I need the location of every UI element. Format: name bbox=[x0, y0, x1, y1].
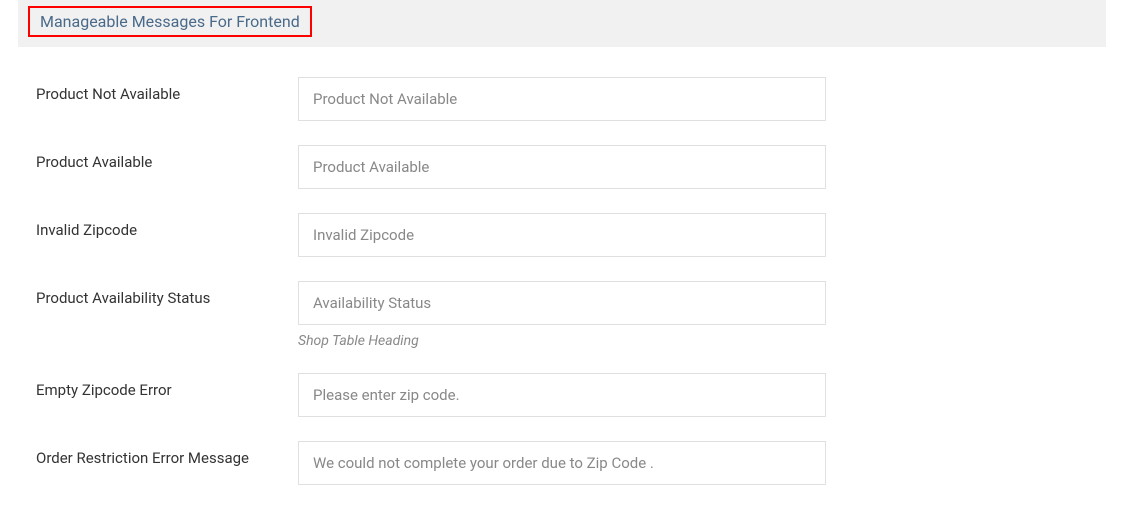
input-product-available[interactable] bbox=[298, 145, 826, 189]
form-row-product-available: Product Available bbox=[36, 145, 1106, 189]
form-container: Product Not Available Product Available … bbox=[0, 47, 1124, 519]
label-order-restriction-error: Order Restriction Error Message bbox=[36, 441, 298, 467]
label-product-not-available: Product Not Available bbox=[36, 77, 298, 103]
form-row-order-restriction-error: Order Restriction Error Message bbox=[36, 441, 1106, 485]
input-order-restriction-error[interactable] bbox=[298, 441, 826, 485]
input-product-availability-status[interactable] bbox=[298, 281, 826, 325]
input-empty-zipcode-error[interactable] bbox=[298, 373, 826, 417]
field-wrapper bbox=[298, 373, 826, 417]
field-wrapper bbox=[298, 213, 826, 257]
form-row-invalid-zipcode: Invalid Zipcode bbox=[36, 213, 1106, 257]
label-product-available: Product Available bbox=[36, 145, 298, 171]
field-wrapper bbox=[298, 441, 826, 485]
section-header: Manageable Messages For Frontend bbox=[18, 0, 1106, 47]
label-product-availability-status: Product Availability Status bbox=[36, 281, 298, 307]
input-invalid-zipcode[interactable] bbox=[298, 213, 826, 257]
form-row-empty-zipcode-error: Empty Zipcode Error bbox=[36, 373, 1106, 417]
section-title: Manageable Messages For Frontend bbox=[28, 6, 312, 37]
input-product-not-available[interactable] bbox=[298, 77, 826, 121]
field-wrapper: Shop Table Heading bbox=[298, 281, 826, 349]
label-empty-zipcode-error: Empty Zipcode Error bbox=[36, 373, 298, 399]
field-wrapper bbox=[298, 77, 826, 121]
hint-product-availability-status: Shop Table Heading bbox=[298, 333, 826, 349]
label-invalid-zipcode: Invalid Zipcode bbox=[36, 213, 298, 239]
form-row-product-availability-status: Product Availability Status Shop Table H… bbox=[36, 281, 1106, 349]
field-wrapper bbox=[298, 145, 826, 189]
form-row-product-not-available: Product Not Available bbox=[36, 77, 1106, 121]
